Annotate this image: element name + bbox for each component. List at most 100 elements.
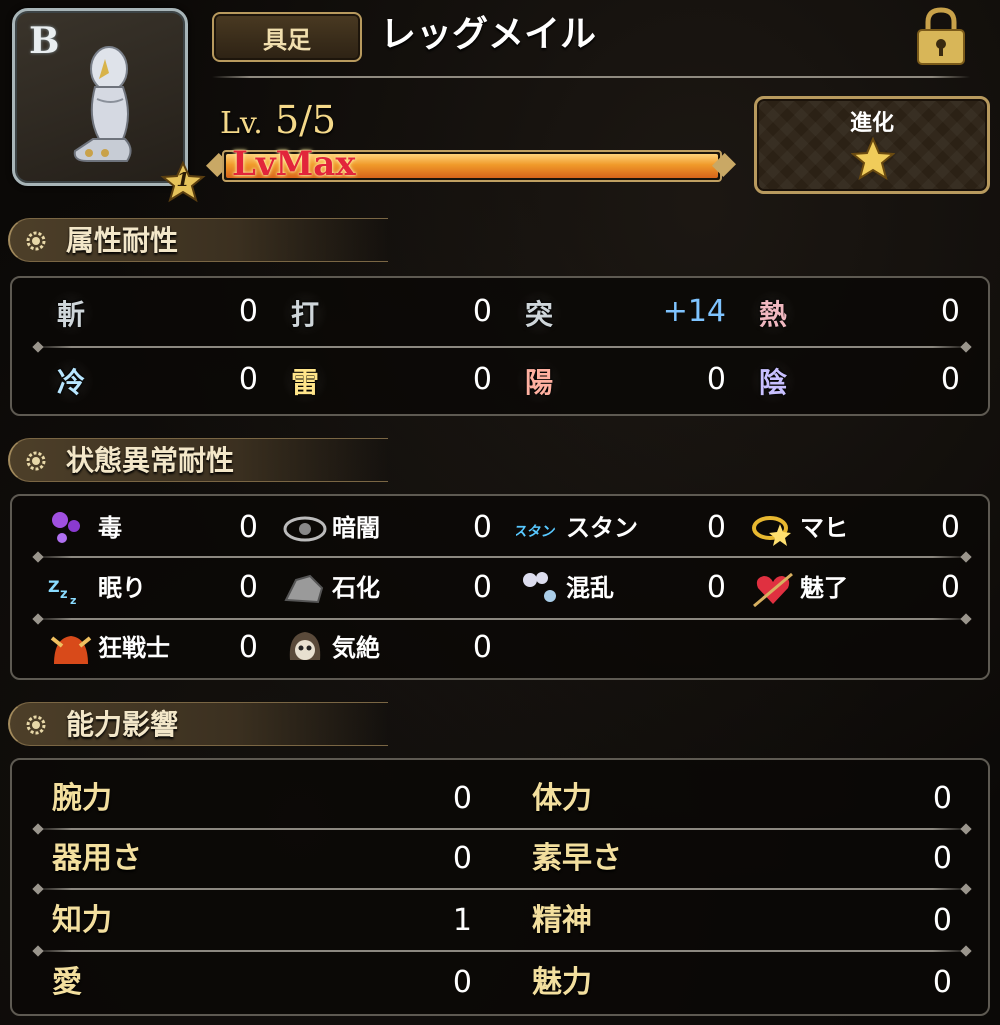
status-value: 0 — [472, 630, 492, 665]
blunt-icon: 打 — [282, 290, 328, 336]
ability-value: 0 — [452, 965, 472, 1000]
ability-cell: 知力 1 — [52, 896, 472, 946]
sleep-icon: Zzz — [48, 566, 94, 612]
element-cell: 冷0 — [48, 356, 258, 406]
element-value: 0 — [940, 362, 960, 397]
status-cell: 石化 0 — [282, 564, 492, 614]
element-value: 0 — [238, 362, 258, 397]
element-cell: 熱0 — [750, 288, 960, 338]
status-label: 混乱 — [566, 574, 614, 602]
gear-icon — [26, 451, 46, 471]
light-icon: 陽 — [516, 358, 562, 404]
ability-label: 精神 — [532, 903, 592, 938]
ability-value: 0 — [452, 841, 472, 876]
element-value: 0 — [472, 362, 492, 397]
leg-armor-icon — [73, 46, 132, 162]
blind-eye-icon — [282, 506, 328, 552]
status-cell: マヒ 0 — [750, 504, 960, 554]
section-title-ability: 能力影響 — [66, 708, 179, 741]
status-value: 0 — [940, 570, 960, 605]
paralysis-icon — [750, 506, 796, 552]
status-cell: 気絶 0 — [282, 624, 492, 674]
thunder-icon: 雷 — [282, 358, 328, 404]
status-value: 0 — [238, 510, 258, 545]
ability-label: 魅力 — [532, 965, 592, 1000]
lock-icon[interactable] — [914, 4, 968, 68]
ability-label: 腕力 — [52, 781, 112, 816]
section-header-element: 属性耐性 — [8, 218, 388, 262]
section-title-element: 属性耐性 — [66, 224, 179, 257]
element-cell: 陰0 — [750, 356, 960, 406]
dark-icon: 陰 — [750, 358, 796, 404]
status-cell: 狂戦士 0 — [48, 624, 258, 674]
charm-heart-icon — [750, 566, 796, 612]
level-display: Lv. 5/5 — [220, 98, 336, 142]
level-value: 5/5 — [274, 98, 337, 142]
status-label: 暗闇 — [332, 514, 380, 542]
ability-label: 器用さ — [52, 841, 142, 876]
status-label: 眠り — [98, 574, 146, 602]
status-label: 石化 — [332, 574, 380, 602]
equipment-type-label: 具足 — [212, 12, 362, 62]
section-header-ability: 能力影響 — [8, 702, 388, 746]
status-cell: 魅了 0 — [750, 564, 960, 614]
item-portrait-frame[interactable]: B 1 — [12, 8, 206, 203]
ability-value: 0 — [932, 781, 952, 816]
status-cell: スタン スタン 0 — [512, 504, 726, 554]
faint-skull-icon — [282, 626, 328, 672]
confusion-icon — [516, 566, 562, 612]
section-header-status: 状態異常耐性 — [8, 438, 388, 482]
element-cell: 突 +14 — [516, 288, 726, 338]
element-cell: 打0 — [282, 288, 492, 338]
element-cell: 陽0 — [516, 356, 726, 406]
status-value: 0 — [472, 570, 492, 605]
status-label: スタン — [566, 514, 638, 542]
element-cell: 斬0 — [48, 288, 258, 338]
poison-icon — [48, 506, 94, 552]
status-value: 0 — [238, 570, 258, 605]
ability-cell: 腕力 0 — [52, 774, 472, 824]
level-max-label: LvMax — [232, 144, 356, 184]
evolve-label: 進化 — [849, 111, 894, 136]
evolve-button[interactable]: 進化 — [754, 96, 990, 194]
berserk-helmet-icon — [48, 626, 94, 672]
svg-text:Z: Z — [48, 577, 60, 596]
status-value: 0 — [706, 570, 726, 605]
element-value: +14 — [662, 294, 726, 329]
star-count: 1 — [176, 169, 190, 191]
ability-label: 素早さ — [532, 841, 622, 876]
ability-label: 愛 — [52, 965, 82, 1000]
ability-label: 知力 — [52, 903, 112, 938]
status-cell: 毒0 — [48, 504, 258, 554]
status-value: 0 — [472, 510, 492, 545]
status-value: 0 — [940, 510, 960, 545]
star-count-badge: 1 — [160, 160, 206, 203]
ability-influence-panel: 腕力 0 体力 0 器用さ 0 素早さ 0 知力 1 精神 0 愛 0 魅力 0 — [10, 758, 990, 1016]
status-label: マヒ — [800, 514, 848, 542]
evolve-star-icon — [851, 137, 895, 181]
pierce-icon: 突 — [516, 290, 562, 336]
ability-value: 0 — [932, 965, 952, 1000]
status-value: 0 — [238, 630, 258, 665]
element-value: 0 — [706, 362, 726, 397]
stun-icon: スタン — [512, 506, 562, 552]
header-divider — [212, 76, 970, 78]
row-divider — [34, 556, 970, 558]
ability-cell: 素早さ 0 — [532, 834, 952, 884]
status-cell: 混乱 0 — [516, 564, 726, 614]
svg-text:z: z — [70, 594, 76, 607]
status-value: 0 — [706, 510, 726, 545]
status-resistance-panel: 毒 0 暗闇 0 スタン スタン 0 マヒ 0 Zz z 眠り 0 石化 0 混乱 0 魅了 0 狂戦士 0 気絶 0 — [10, 494, 990, 680]
ability-cell: 愛0 — [52, 958, 472, 1008]
status-label: 狂戦士 — [98, 634, 170, 662]
status-label: 気絶 — [332, 634, 380, 662]
cold-icon: 冷 — [48, 358, 94, 404]
gear-icon — [26, 715, 46, 735]
petrify-icon — [282, 566, 328, 612]
row-divider — [34, 618, 970, 620]
level-prefix: Lv. — [220, 106, 263, 141]
svg-text:スタン: スタン — [516, 524, 557, 540]
status-label: 魅了 — [800, 574, 848, 602]
ability-value: 0 — [932, 841, 952, 876]
element-cell: 雷0 — [282, 356, 492, 406]
